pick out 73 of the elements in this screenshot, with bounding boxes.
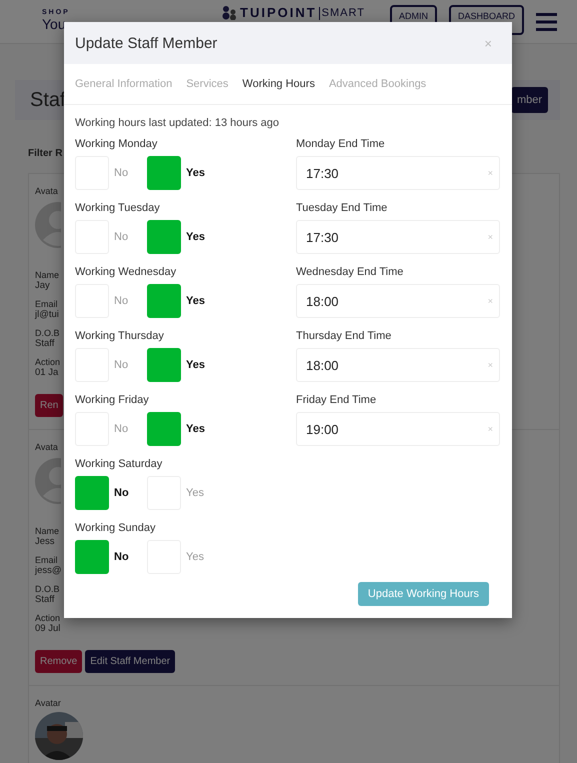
edit-button[interactable]: Edit Staff Member — [85, 650, 176, 673]
time-input[interactable]: 19:00 × — [296, 412, 500, 446]
tab[interactable]: Advanced Bookings — [324, 78, 432, 90]
option-label: Yes — [185, 295, 206, 307]
yes-option-box[interactable] — [147, 348, 181, 382]
tab[interactable]: General Information — [70, 78, 178, 90]
field-label: Avatar — [35, 698, 61, 708]
option-label: No — [113, 487, 130, 499]
yes-option-box[interactable] — [147, 156, 181, 190]
field-value: 09 Jul — [35, 623, 60, 634]
last-updated-text: Working hours last updated: 13 hours ago — [75, 117, 280, 129]
yes-option-box[interactable] — [147, 284, 181, 318]
tab[interactable]: Services — [181, 78, 234, 90]
yes-option-box[interactable] — [147, 412, 181, 446]
time-input[interactable]: 18:00 × — [296, 348, 500, 382]
option-label: Yes — [185, 487, 205, 499]
field-value: 01 Ja — [35, 367, 60, 378]
remove-button[interactable]: Remove — [35, 650, 82, 673]
no-option-box[interactable] — [75, 476, 109, 510]
day-label: Working Friday — [75, 394, 150, 406]
tab[interactable]: Working Hours — [237, 78, 320, 90]
remove-button[interactable]: Ren — [35, 394, 64, 417]
field-label: Name — [35, 270, 60, 280]
field-label: D.O.B — [35, 584, 60, 594]
field-label: Action — [35, 357, 60, 367]
end-time-label: Wednesday End Time — [296, 266, 404, 278]
end-time-label: Monday End Time — [296, 138, 386, 150]
time-input[interactable]: 17:30 × — [296, 220, 500, 254]
option-label: No — [113, 359, 130, 371]
option-label: No — [113, 551, 130, 563]
field-value: Jess — [35, 536, 56, 547]
option-label: Yes — [185, 423, 206, 435]
day-label: Working Tuesday — [75, 202, 161, 214]
option-label: No — [113, 423, 130, 435]
option-label: Yes — [185, 231, 206, 243]
field-label: Email — [35, 299, 59, 309]
day-label: Working Thursday — [75, 330, 165, 342]
no-option-box[interactable] — [75, 540, 109, 574]
field-label: D.O.B — [35, 328, 60, 338]
filter-label: Filter R — [28, 148, 62, 159]
end-time-label: Tuesday End Time — [296, 202, 388, 214]
field-label: Avata — [35, 442, 58, 452]
field-value: Staff — [35, 594, 56, 605]
end-time-label: Thursday End Time — [296, 330, 392, 342]
option-label: Yes — [185, 167, 206, 179]
update-working-hours-button[interactable]: Update Working Hours — [358, 582, 489, 606]
logo-text: TUIPOINT — [240, 6, 317, 20]
modal-title: Update Staff Member — [75, 34, 218, 52]
option-label: Yes — [185, 359, 206, 371]
add-member-button[interactable]: mber — [510, 87, 548, 113]
option-label: No — [113, 295, 130, 307]
close-button[interactable]: × — [484, 36, 492, 50]
people-icon — [222, 6, 238, 20]
yes-option-box[interactable] — [147, 220, 181, 254]
day-label: Working Wednesday — [75, 266, 178, 278]
option-label: Yes — [185, 551, 205, 563]
day-label: Working Sunday — [75, 522, 157, 534]
time-input[interactable]: 17:30 × — [296, 156, 500, 190]
logo-text: SMART — [318, 6, 365, 20]
day-label: Working Saturday — [75, 458, 164, 470]
page-title: Staf — [30, 88, 66, 112]
menu-icon[interactable] — [536, 13, 557, 31]
time-input[interactable]: 18:00 × — [296, 284, 500, 318]
end-time-label: Friday End Time — [296, 394, 378, 406]
field-label: Avata — [35, 186, 58, 196]
day-label: Working Monday — [75, 138, 158, 150]
field-label: Action — [35, 613, 60, 623]
field-label: Name — [35, 526, 60, 536]
field-value: Staff — [35, 338, 56, 349]
field-value: Jay — [35, 280, 51, 291]
option-label: No — [113, 231, 130, 243]
field-label: Email — [35, 555, 59, 565]
option-label: No — [113, 167, 130, 179]
